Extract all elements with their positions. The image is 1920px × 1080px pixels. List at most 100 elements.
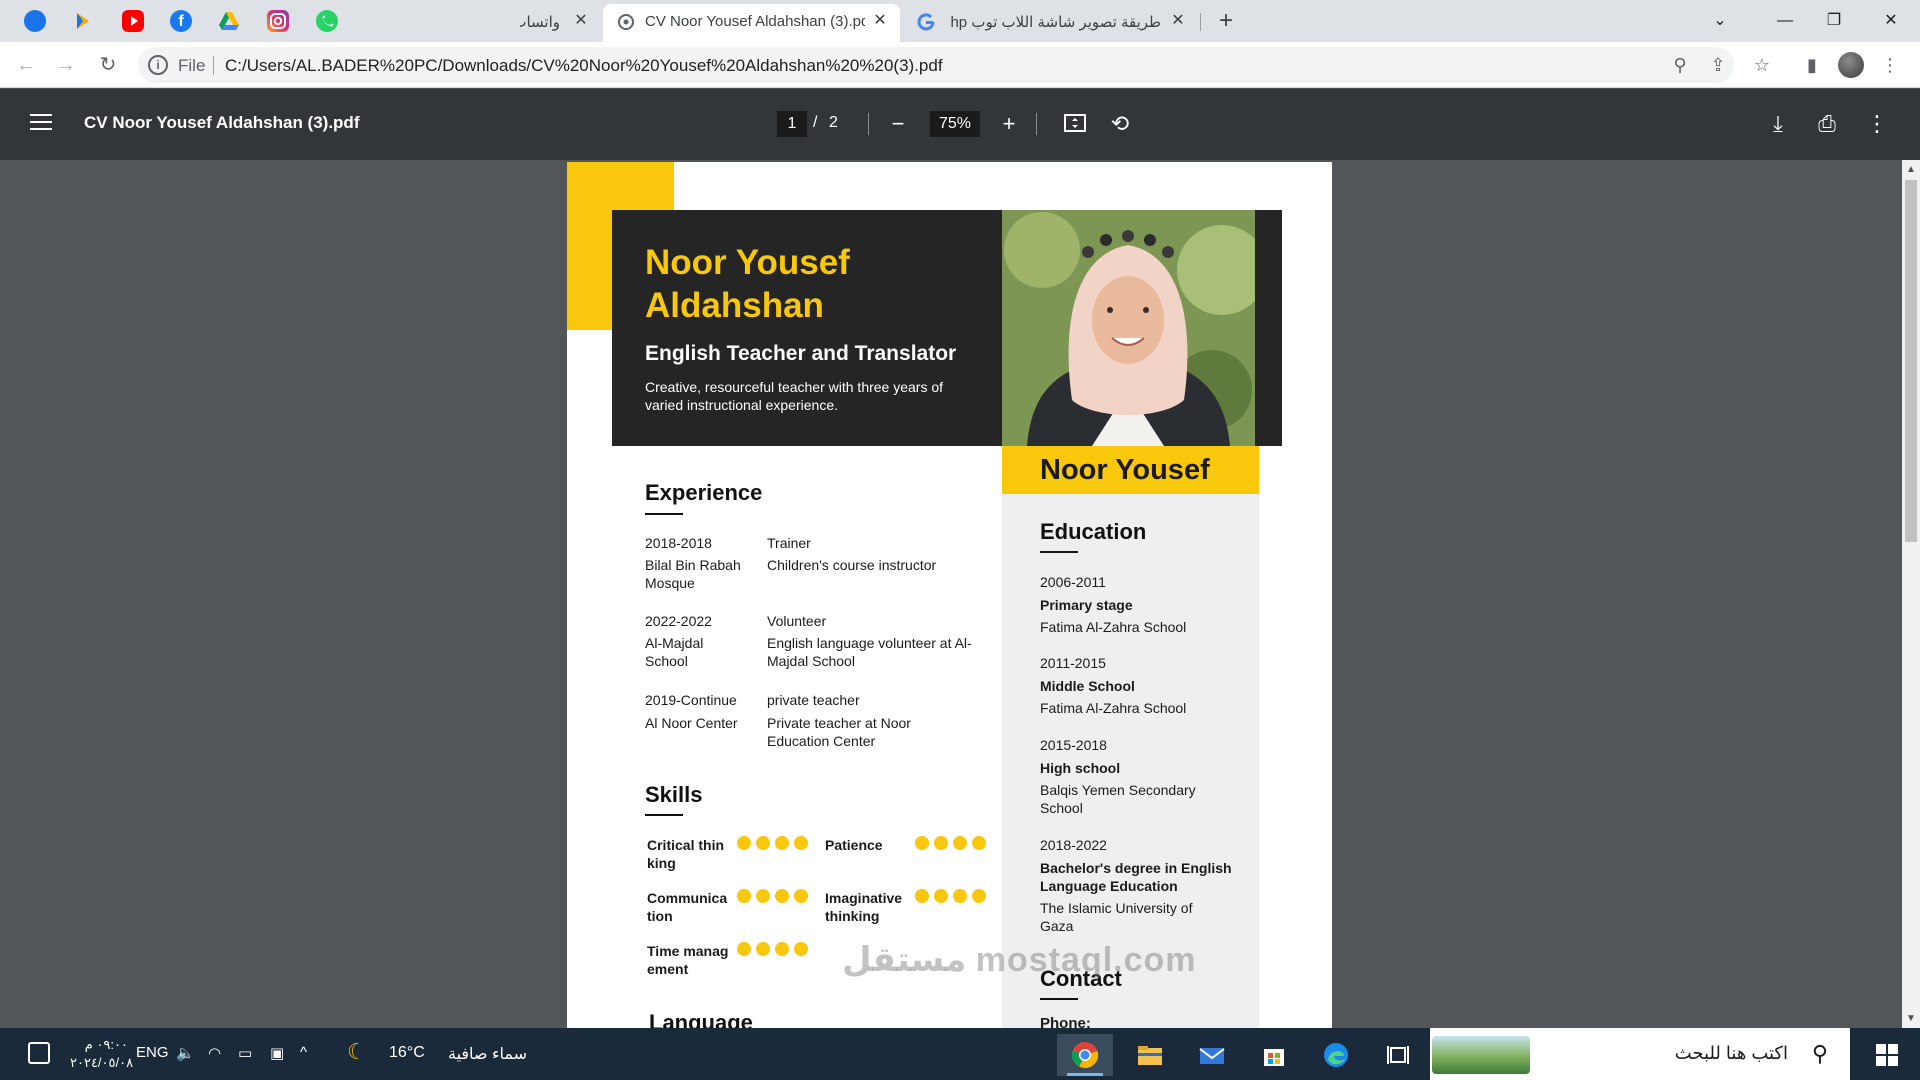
reload-icon[interactable]: ↻ xyxy=(94,51,122,79)
facebook-icon[interactable]: f xyxy=(170,10,192,32)
store-icon xyxy=(1264,1049,1284,1066)
avatar[interactable] xyxy=(1838,52,1864,78)
skill-rating xyxy=(915,889,991,903)
taskbar-task-view[interactable] xyxy=(1370,1034,1426,1076)
section-rule xyxy=(1040,998,1078,1000)
zoom-in-button[interactable]: + xyxy=(995,110,1023,138)
info-icon[interactable]: i xyxy=(148,55,168,75)
edu-years: 2015-2018 xyxy=(1040,737,1107,753)
rotate-icon[interactable]: ⟲ xyxy=(1106,110,1134,138)
skill-name: Communica tion xyxy=(647,890,728,925)
pdf-toolbar: CV Noor Yousef Aldahshan (3).pdf 1 / 2 −… xyxy=(0,89,1920,160)
minimize-icon[interactable]: — xyxy=(1762,4,1808,38)
taskbar-mail[interactable] xyxy=(1184,1034,1240,1076)
chrome-icon xyxy=(1071,1042,1099,1069)
share-icon[interactable]: ⇪ xyxy=(1706,53,1730,77)
download-icon[interactable]: ⤓ xyxy=(1764,110,1792,138)
scroll-thumb[interactable] xyxy=(1905,180,1917,542)
side-panel-icon[interactable]: ▮ xyxy=(1798,51,1826,79)
tab-separator xyxy=(1200,13,1201,31)
exp-org: Al Noor Center xyxy=(645,715,738,731)
language-indicator[interactable]: ENG xyxy=(136,1044,169,1061)
weather-temperature[interactable]: 16°C xyxy=(389,1044,425,1062)
whatsapp-icon[interactable] xyxy=(316,10,338,32)
menu-kebab-icon[interactable]: ⋮ xyxy=(1876,51,1904,79)
vertical-scrollbar[interactable]: ▲ ▼ xyxy=(1902,160,1920,1028)
tab-title: طريقة تصوير شاشة اللاب توب hp xyxy=(951,14,1161,31)
language-title: Language xyxy=(649,1010,753,1028)
play-icon[interactable] xyxy=(71,10,93,32)
cv-header: Noor Yousef Aldahshan English Teacher an… xyxy=(612,210,1002,446)
youtube-icon[interactable] xyxy=(122,10,144,32)
zoom-out-button[interactable]: − xyxy=(884,110,912,138)
edge-icon xyxy=(1324,1043,1348,1067)
taskbar-store[interactable] xyxy=(1246,1034,1302,1076)
contact-phone-label: Phone: xyxy=(1040,1015,1091,1028)
weather-condition[interactable]: سماء صافية xyxy=(448,1044,527,1064)
zoom-level-input[interactable]: 75% xyxy=(930,111,980,137)
new-tab-button[interactable]: + xyxy=(1212,8,1240,36)
mostaql-watermark: مستقل mostaql.com xyxy=(842,941,1197,979)
windows-start-icon[interactable] xyxy=(1876,1044,1898,1066)
exp-title: private teacher xyxy=(767,692,860,708)
pdf-document-area[interactable]: Noor Yousef Aldahshan English Teacher an… xyxy=(0,160,1902,1028)
taskbar-file-explorer[interactable] xyxy=(1122,1034,1178,1076)
tab-search-icon[interactable]: ⌄ xyxy=(1697,4,1743,38)
search-highlight-image xyxy=(1432,1036,1530,1074)
edu-school: The Islamic University of Gaza xyxy=(1040,900,1193,935)
forward-icon[interactable]: → xyxy=(52,51,80,79)
taskbar-edge[interactable] xyxy=(1308,1034,1364,1076)
pdf-file-name: CV Noor Yousef Aldahshan (3).pdf xyxy=(84,113,360,132)
weather-moon-icon[interactable]: ☾ xyxy=(347,1039,377,1069)
taskbar-search[interactable]: اكتب هنا للبحث ⚲ xyxy=(1430,1028,1850,1080)
edu-years: 2011-2015 xyxy=(1040,655,1106,671)
show-hidden-icons-icon[interactable]: ^ xyxy=(300,1044,307,1061)
zoom-icon[interactable]: ⚲ xyxy=(1668,53,1692,77)
scroll-up-icon[interactable]: ▲ xyxy=(1906,164,1916,175)
scroll-down-icon[interactable]: ▼ xyxy=(1906,1013,1916,1024)
edu-school: Balqis Yemen Secondary School xyxy=(1040,782,1196,817)
tab-cv-pdf[interactable]: CV Noor Yousef Aldahshan (3).pdf ✕ xyxy=(603,4,900,42)
page-separator: / xyxy=(813,114,818,131)
page-number-input[interactable]: 1 xyxy=(777,111,807,137)
meet-now-icon[interactable]: ▣ xyxy=(270,1044,284,1062)
battery-icon[interactable]: ▭ xyxy=(238,1044,252,1062)
tab-whatsapp[interactable]: واتساب ✕ xyxy=(478,4,596,42)
menu-icon[interactable] xyxy=(30,114,52,132)
close-icon[interactable]: ✕ xyxy=(869,10,891,32)
skill-name: Time manag ement xyxy=(647,943,729,978)
drive-icon[interactable] xyxy=(218,10,240,32)
close-window-icon[interactable]: ✕ xyxy=(1868,4,1914,38)
tab-title: واتساب xyxy=(520,14,560,31)
cv-short-name: Noor Yousef xyxy=(1040,454,1210,486)
skills-title: Skills xyxy=(645,782,703,807)
more-options-icon[interactable]: ⋮ xyxy=(1863,110,1891,138)
taskbar-chrome[interactable] xyxy=(1057,1034,1113,1076)
task-view-icon xyxy=(1387,1046,1409,1064)
search-icon: ⚲ xyxy=(1811,1041,1828,1066)
address-bar[interactable]: i File C:/Users/AL.BADER%20PC/Downloads/… xyxy=(138,47,1734,83)
close-icon[interactable]: ✕ xyxy=(570,10,592,32)
experience-title: Experience xyxy=(645,480,763,505)
print-icon[interactable]: ⎙ xyxy=(1813,110,1841,138)
tab-title: CV Noor Yousef Aldahshan (3).pdf xyxy=(645,13,865,30)
fit-page-icon[interactable] xyxy=(1061,110,1089,138)
instagram-icon[interactable] xyxy=(267,10,289,32)
restore-icon[interactable]: ❐ xyxy=(1811,4,1857,38)
back-icon[interactable]: ← xyxy=(12,51,40,79)
section-rule xyxy=(645,513,683,515)
edu-degree: Bachelor's degree in English Language Ed… xyxy=(1040,860,1232,895)
tab-search[interactable]: طريقة تصوير شاشة اللاب توب hp ✕ xyxy=(905,4,1201,42)
circle-app-icon[interactable] xyxy=(24,10,46,32)
notification-icon[interactable] xyxy=(28,1042,50,1064)
omnibox-separator xyxy=(213,56,214,75)
taskbar-clock[interactable]: ٠٩:٠٠ م ٢٠٢٤/٠٥/٠٨ xyxy=(70,1036,133,1072)
edu-school: Fatima Al-Zahra School xyxy=(1040,619,1187,635)
volume-icon[interactable]: 🔈 xyxy=(176,1044,195,1062)
wifi-icon[interactable]: ◠ xyxy=(208,1044,221,1062)
bookmark-star-icon[interactable]: ☆ xyxy=(1748,51,1776,79)
edu-degree: High school xyxy=(1040,760,1121,776)
exp-desc: English language volunteer at Al-Majdal … xyxy=(767,635,972,670)
close-icon[interactable]: ✕ xyxy=(1167,10,1189,32)
url-text[interactable]: C:/Users/AL.BADER%20PC/Downloads/CV%20No… xyxy=(225,56,943,76)
